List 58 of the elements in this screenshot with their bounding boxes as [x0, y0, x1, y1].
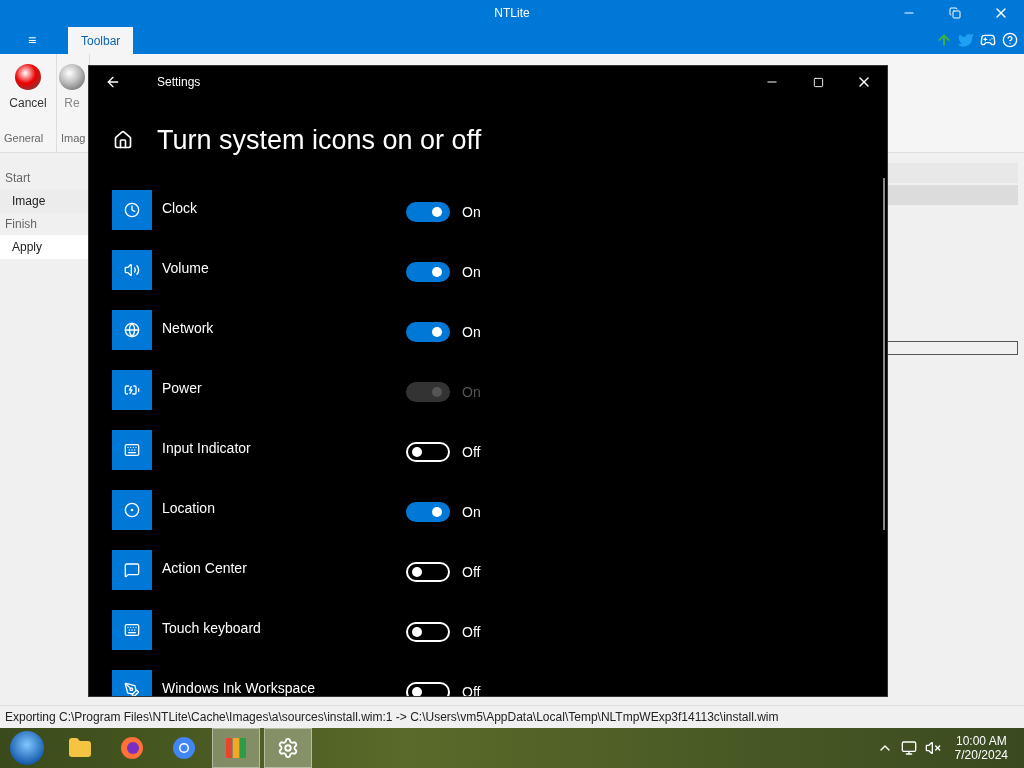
gear-icon[interactable] [277, 737, 299, 759]
cancel-button[interactable]: Cancel [2, 54, 54, 132]
sidebar-header: Start [4, 170, 32, 187]
sidebar-item[interactable]: Apply [0, 235, 88, 259]
setting-label: Location [162, 500, 216, 516]
keyboard-icon [112, 430, 152, 470]
message-icon [112, 550, 152, 590]
setting-label: Windows Ink Workspace [162, 680, 316, 696]
maximize-icon[interactable] [812, 76, 824, 88]
firefox-icon[interactable] [120, 736, 144, 760]
setting-label: Power [162, 380, 203, 396]
date-text: 7/20/2024 [954, 748, 1008, 762]
toggle-state: On [462, 504, 481, 520]
page-heading: Turn system icons on or off [157, 124, 482, 156]
keyboard-icon [112, 610, 152, 650]
toggle-state: On [462, 384, 481, 400]
setting-label: Touch keyboard [162, 620, 262, 636]
setting-label: Action Center [162, 560, 248, 576]
network-icon [112, 310, 152, 350]
toggle-switch[interactable] [406, 202, 450, 222]
toggle-state: On [462, 264, 481, 280]
sidebar-item[interactable]: Image [0, 189, 88, 213]
settings-title: Settings [157, 75, 201, 89]
network-icon[interactable] [900, 740, 917, 756]
group-label: Imag [60, 132, 87, 146]
setting-label: Input Indicator [162, 440, 252, 456]
toggle-state: Off [462, 444, 481, 460]
restore-icon[interactable] [949, 6, 961, 19]
setting-label: Network [162, 320, 215, 336]
toggle-state: Off [462, 564, 481, 580]
group-label: General [3, 132, 45, 146]
power-icon [112, 370, 152, 410]
start-button[interactable] [10, 731, 44, 765]
ribbon-tab[interactable]: Toolbar [68, 27, 134, 54]
taskbar-button[interactable] [264, 728, 312, 768]
home-icon[interactable] [113, 130, 133, 150]
toggle-state: Off [462, 624, 481, 640]
back-icon[interactable] [105, 74, 121, 90]
window-title: NTLite [494, 5, 530, 20]
toggle-state: On [462, 324, 481, 340]
toggle-state: On [462, 204, 481, 220]
clock-icon [112, 190, 152, 230]
chrome-icon[interactable] [172, 736, 196, 760]
setting-label: Volume [162, 260, 210, 276]
folder-icon[interactable] [68, 736, 92, 760]
toggle-switch[interactable] [406, 322, 450, 342]
muted-volume-icon[interactable] [924, 740, 941, 756]
toggle-switch[interactable] [406, 502, 450, 522]
menu-button[interactable]: ≡ [0, 31, 64, 48]
toggle-switch[interactable] [406, 262, 450, 282]
scrollbar[interactable] [883, 178, 885, 530]
volume-icon [112, 250, 152, 290]
setting-label: Clock [162, 200, 198, 216]
clock[interactable]: 10:00 AM 7/20/2024 [954, 734, 1008, 762]
sidebar-header: Finish [4, 216, 38, 233]
location-icon [112, 490, 152, 530]
time-text: 10:00 AM [955, 734, 1007, 748]
help-icon[interactable] [1002, 31, 1018, 48]
